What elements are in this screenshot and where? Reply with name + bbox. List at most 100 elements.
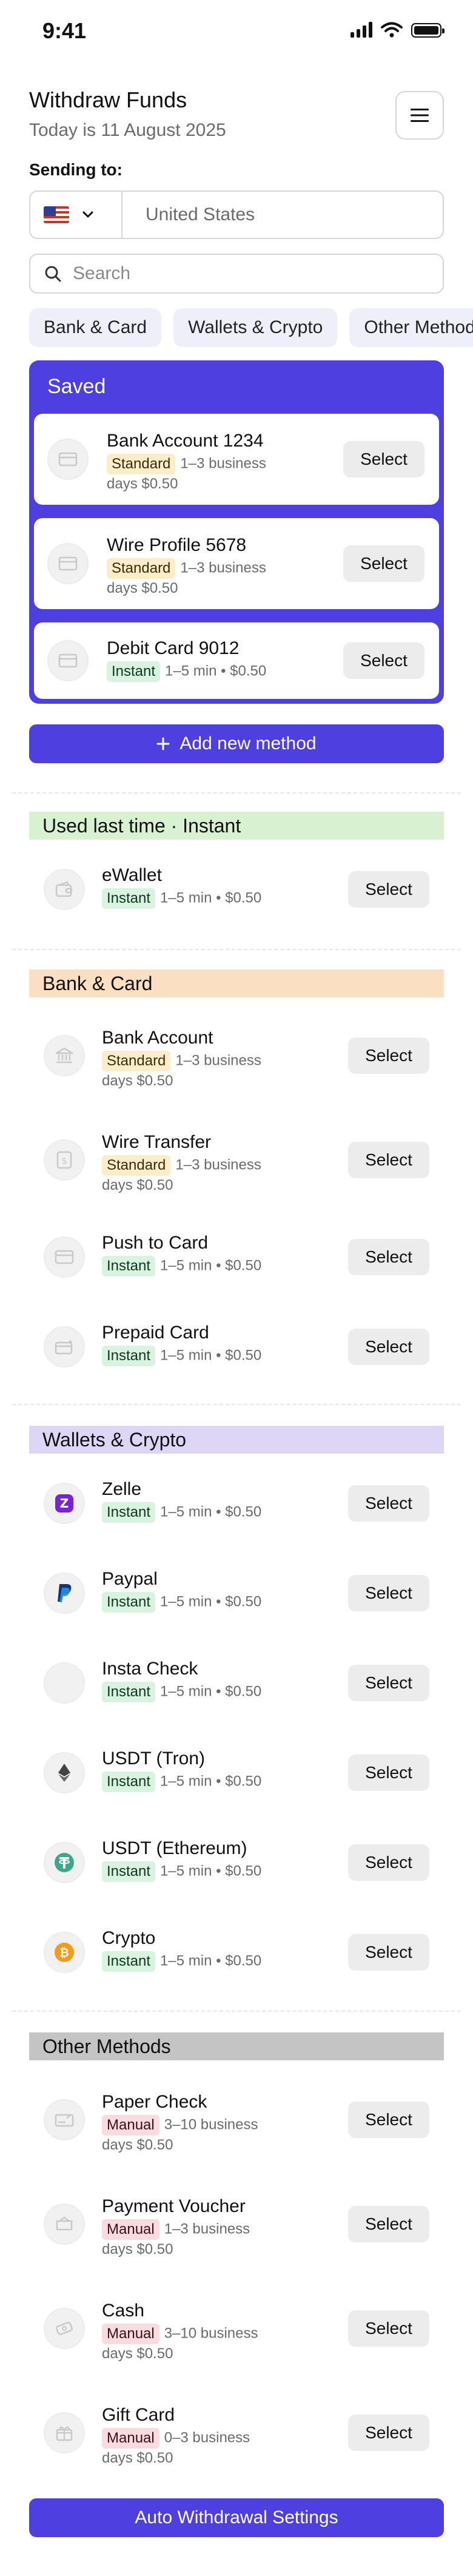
method-meta: Standard 1–3 business days $0.50: [102, 1155, 266, 1195]
method-row[interactable]: ₿ Crypto Instant 1–5 min • $0.50 Select: [29, 1916, 444, 1989]
method-row[interactable]: Prepaid Card Instant 1–5 min • $0.50 Select: [29, 1310, 444, 1383]
select-button[interactable]: Select: [348, 1142, 429, 1178]
wire-icon: $: [44, 1139, 85, 1181]
select-button[interactable]: Select: [348, 1575, 429, 1611]
paypal-icon: [44, 1573, 85, 1614]
method-row[interactable]: eWallet Instant 1–5 min • $0.50 Select: [29, 853, 444, 926]
method-row[interactable]: Paper Check Manual 3–10 business days $0.5…: [29, 2083, 444, 2156]
method-row[interactable]: Bank Account Standard 1–3 business days $0…: [29, 1019, 444, 1092]
speed-badge: Instant: [102, 1592, 156, 1613]
cash-icon: [44, 2308, 85, 2349]
section-divider: [12, 949, 461, 950]
select-button[interactable]: Select: [343, 441, 424, 477]
saved-item-meta: Instant 1–5 min • $0.50: [107, 661, 349, 682]
method-meta: Instant 1–5 min • $0.50: [102, 1861, 344, 1882]
country-name: United States: [146, 204, 255, 224]
method-name: Prepaid Card: [102, 1323, 209, 1343]
country-selector[interactable]: United States: [29, 191, 444, 239]
section-wallets-crypto: Wallets & Crypto: [29, 1426, 444, 1454]
method-row[interactable]: USDT (Tron) Instant 1–5 min • $0.50 Select: [29, 1736, 444, 1809]
chevron-down-icon: [82, 211, 93, 218]
select-button[interactable]: Select: [348, 2415, 429, 2451]
method-row[interactable]: Z Zelle Instant 1–5 min • $0.50 Select: [29, 1467, 444, 1540]
card-icon: [44, 1236, 85, 1278]
section-bank-card: Bank & Card: [29, 969, 444, 997]
add-new-method-label: Add new method: [179, 733, 317, 754]
speed-badge: Standard: [107, 558, 176, 579]
page-date: Today is 11 August 2025: [29, 120, 226, 140]
speed-badge: Standard: [107, 454, 176, 474]
select-button[interactable]: Select: [348, 1844, 429, 1881]
select-button[interactable]: Select: [348, 1665, 429, 1701]
method-name: Cash: [102, 2301, 145, 2321]
add-new-method-button[interactable]: Add new method: [29, 724, 444, 763]
method-row[interactable]: Payment Voucher Manual 1–3 business days $…: [29, 2188, 444, 2261]
method-name: Insta Check: [102, 1659, 198, 1679]
select-button[interactable]: Select: [343, 545, 424, 582]
select-button[interactable]: Select: [343, 642, 424, 679]
method-row[interactable]: Paypal Instant 1–5 min • $0.50 Select: [29, 1557, 444, 1630]
method-meta: Standard 1–3 business days $0.50: [102, 1051, 266, 1091]
card-icon: [47, 543, 89, 584]
speed-badge: Standard: [102, 1155, 171, 1176]
method-meta: Instant 1–5 min • $0.50: [102, 1256, 344, 1276]
auto-withdrawal-settings-button[interactable]: Auto Withdrawal Settings: [29, 2498, 444, 2537]
search-box[interactable]: [29, 254, 444, 294]
menu-button[interactable]: [395, 91, 444, 140]
method-meta: Manual 3–10 business days $0.50: [102, 2115, 266, 2155]
prepaid-card-icon: [44, 1326, 85, 1367]
select-button[interactable]: Select: [348, 1755, 429, 1791]
section-used-last-time: Used last time · Instant: [29, 812, 444, 840]
chip-wallets-crypto[interactable]: Wallets & Crypto: [173, 308, 338, 347]
saved-item[interactable]: Debit Card 9012 Instant 1–5 min • $0.50 S…: [34, 622, 439, 699]
card-icon: [47, 439, 89, 480]
method-row[interactable]: Insta Check Instant 1–5 min • $0.50 Select: [29, 1647, 444, 1719]
saved-item-details: 1–5 min • $0.50: [165, 663, 267, 679]
method-details: 1–5 min • $0.50: [160, 1257, 262, 1274]
cellular-signal-icon: [351, 22, 372, 38]
speed-badge: Manual: [102, 2219, 159, 2240]
wifi-icon: [381, 22, 403, 38]
select-button[interactable]: Select: [348, 1485, 429, 1522]
method-row[interactable]: $ Wire Transfer Standard 1–3 business days …: [29, 1124, 444, 1196]
method-row[interactable]: USDT (Ethereum) Instant 1–5 min • $0.50 Sel…: [29, 1826, 444, 1899]
page-title: Withdraw Funds: [29, 87, 187, 112]
status-bar: 9:41: [0, 0, 473, 61]
method-details: 1–5 min • $0.50: [160, 889, 262, 906]
method-row[interactable]: Cash Manual 3–10 business days $0.50 Select: [29, 2292, 444, 2365]
us-flag-icon: [44, 206, 69, 223]
saved-item[interactable]: Bank Account 1234 Standard 1–3 business d…: [34, 414, 439, 505]
speed-badge: Instant: [102, 1256, 156, 1276]
method-row[interactable]: Push to Card Instant 1–5 min • $0.50 Select: [29, 1221, 444, 1293]
zelle-icon: Z: [44, 1483, 85, 1524]
saved-item[interactable]: Wire Profile 5678 Standard 1–3 business d…: [34, 518, 439, 609]
select-button[interactable]: Select: [348, 1037, 429, 1074]
select-button[interactable]: Select: [348, 871, 429, 908]
select-button[interactable]: Select: [348, 2102, 429, 2138]
speed-badge: Instant: [102, 1346, 156, 1366]
country-flag-dropdown[interactable]: [30, 192, 122, 238]
select-button[interactable]: Select: [348, 2206, 429, 2242]
method-meta: Manual 1–3 business days $0.50: [102, 2219, 266, 2259]
select-button[interactable]: Select: [348, 1329, 429, 1365]
search-input[interactable]: [73, 263, 412, 284]
speed-badge: Instant: [102, 1682, 156, 1702]
method-details: 1–5 min • $0.50: [160, 1347, 262, 1364]
search-icon: [45, 266, 61, 282]
saved-item-meta: Standard 1–3 business days $0.50: [107, 454, 270, 494]
select-button[interactable]: Select: [348, 1239, 429, 1275]
speed-badge: Instant: [107, 661, 161, 682]
method-name: Paper Check: [102, 2092, 207, 2112]
select-button[interactable]: Select: [348, 1934, 429, 1971]
chip-other-methods[interactable]: Other Methods: [349, 308, 473, 347]
check-icon: [44, 2099, 85, 2140]
svg-text:$: $: [62, 1156, 67, 1166]
select-button[interactable]: Select: [348, 2310, 429, 2347]
chip-bank-card[interactable]: Bank & Card: [29, 308, 162, 347]
svg-text:₿: ₿: [59, 1946, 69, 1960]
method-row[interactable]: Gift Card Manual 0–3 business days $0.50 Se…: [29, 2396, 444, 2469]
method-name: eWallet: [102, 865, 162, 885]
method-meta: Instant 1–5 min • $0.50: [102, 1682, 344, 1702]
method-meta: Manual 3–10 business days $0.50: [102, 2324, 266, 2364]
plus-icon: [156, 737, 170, 750]
